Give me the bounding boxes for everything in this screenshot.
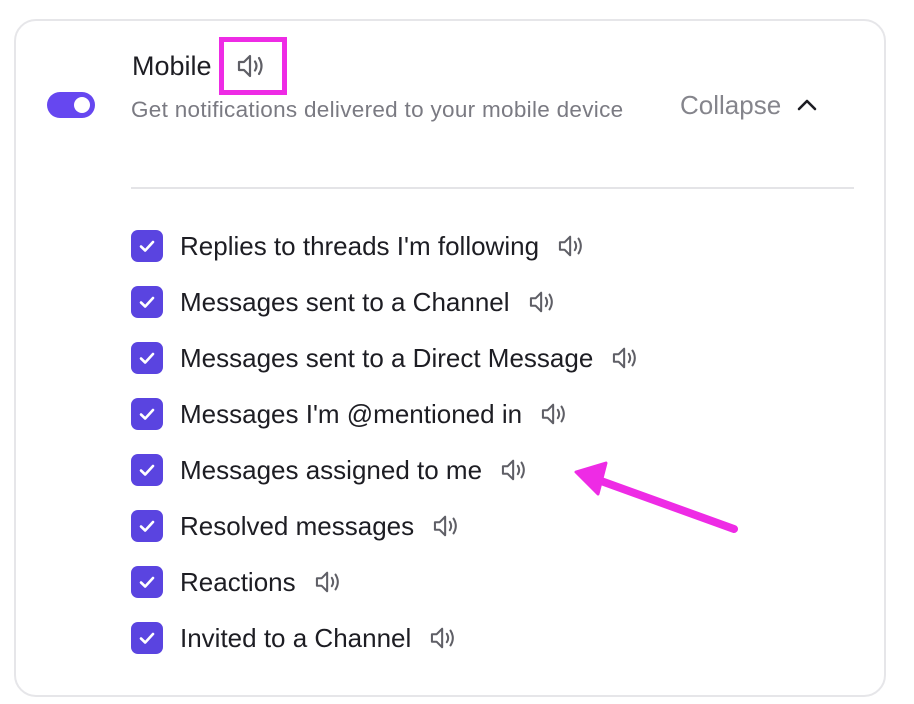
checkmark-icon [139,408,155,420]
option-checkbox[interactable] [131,566,163,598]
speaker-icon[interactable] [557,233,587,259]
collapse-label: Collapse [680,90,782,120]
annotation-arrow-icon [574,461,738,533]
toggle-knob [74,97,90,113]
section-divider [131,187,854,189]
checkmark-icon [139,240,155,252]
speaker-icon[interactable] [236,52,268,80]
speaker-icon[interactable] [528,289,558,315]
option-checkbox[interactable] [131,342,163,374]
option-label: Invited to a Channel [180,623,412,653]
option-checkbox[interactable] [131,510,163,542]
option-label: Replies to threads I'm following [180,231,540,261]
notification-options-list: Replies to threads I'm following Message… [131,230,641,678]
speaker-icon[interactable] [500,457,530,483]
collapse-button[interactable]: Collapse [680,88,819,122]
checkmark-icon [139,576,155,588]
checkmark-icon [139,464,155,476]
option-label: Messages assigned to me [180,455,483,485]
speaker-icon[interactable] [314,569,344,595]
speaker-icon[interactable] [540,401,570,427]
notification-option: Messages sent to a Direct Message [131,342,641,398]
option-checkbox[interactable] [131,454,163,486]
checkmark-icon [139,520,155,532]
notification-option: Reactions [131,566,641,622]
section-title: Mobile [132,51,212,81]
option-checkbox[interactable] [131,286,163,318]
speaker-icon[interactable] [611,345,641,371]
option-label: Resolved messages [180,511,415,541]
speaker-icon[interactable] [432,513,462,539]
notification-option: Invited to a Channel [131,622,641,678]
section-description: Get notifications delivered to your mobi… [131,97,624,122]
notification-option: Messages sent to a Channel [131,286,641,342]
option-checkbox[interactable] [131,230,163,262]
mobile-notifications-toggle[interactable] [47,92,95,118]
option-label: Messages sent to a Direct Message [180,343,594,373]
checkmark-icon [139,632,155,644]
option-label: Messages I'm @mentioned in [180,399,523,429]
option-label: Reactions [180,567,296,597]
speaker-icon[interactable] [429,625,459,651]
notification-option: Messages I'm @mentioned in [131,398,641,454]
option-checkbox[interactable] [131,622,163,654]
checkmark-icon [139,296,155,308]
checkmark-icon [139,352,155,364]
chevron-up-icon [797,99,817,111]
option-checkbox[interactable] [131,398,163,430]
option-label: Messages sent to a Channel [180,287,510,317]
notification-option: Replies to threads I'm following [131,230,641,286]
